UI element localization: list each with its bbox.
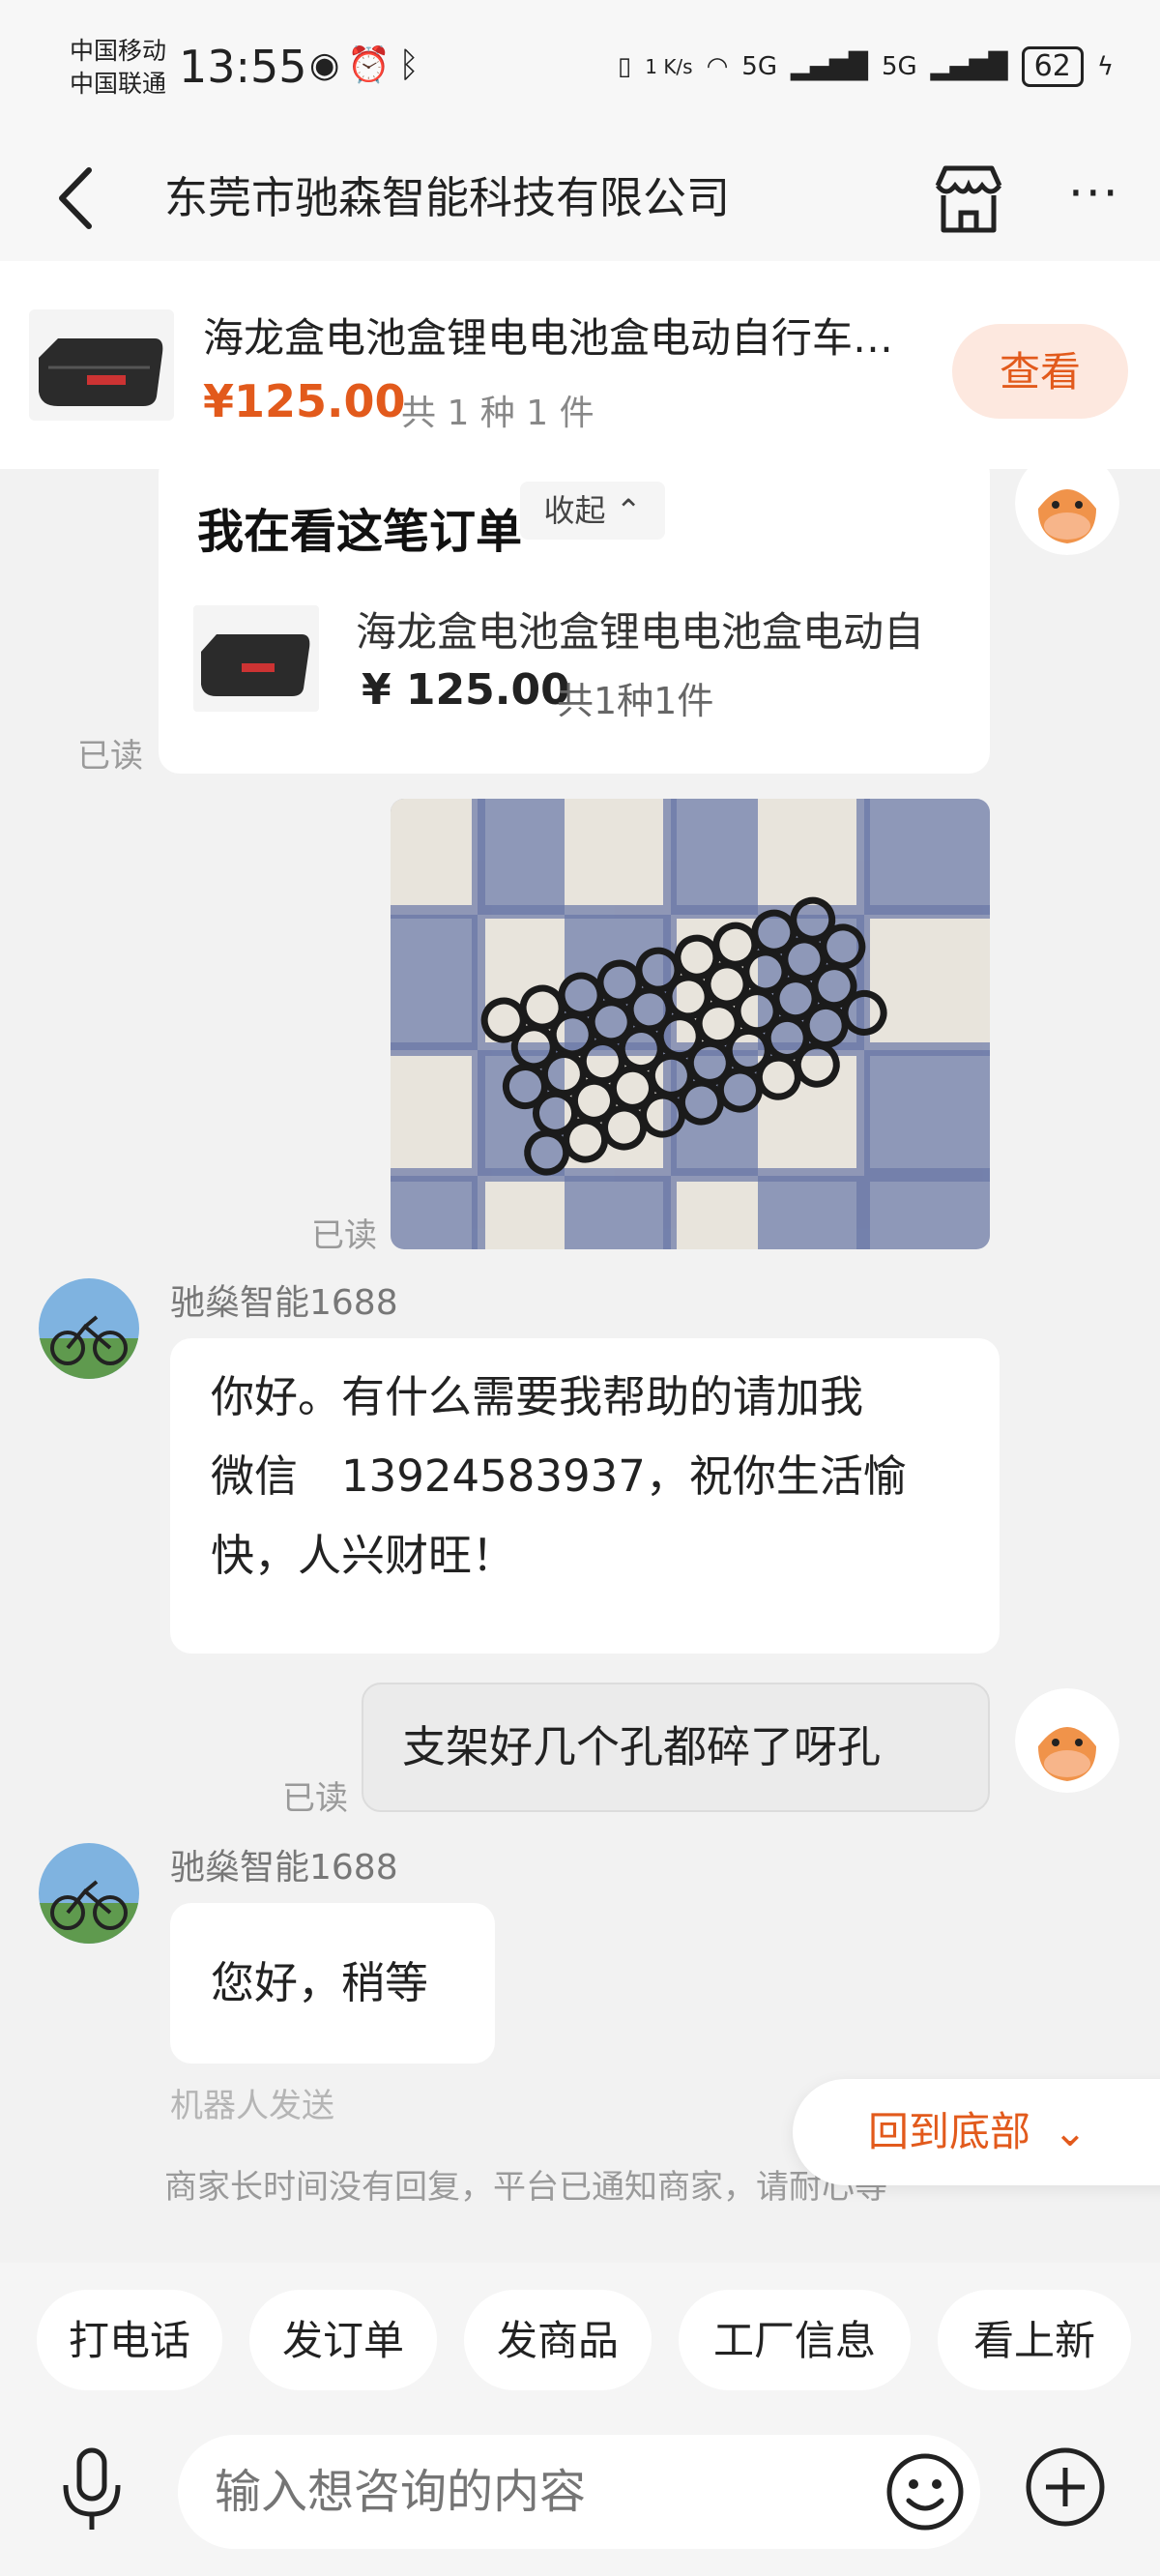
product-bar[interactable]: 海龙盒电池盒锂电电池盒电动自行车… ¥125.00 共 1 种 1 件 查看: [0, 261, 1160, 469]
read-receipt: 已读: [77, 737, 143, 776]
message-line: 微信 13924583937，祝你生活愉: [211, 1450, 907, 1502]
carrier-labels: 中国移动 中国联通: [70, 35, 166, 101]
product-name: 海龙盒电池盒锂电电池盒电动自行车…: [203, 314, 894, 362]
message-line: 快，人兴财旺！: [211, 1530, 516, 1581]
sender-name: 驰燊智能1688: [170, 1283, 398, 1323]
battery-box-image: [39, 338, 163, 406]
emoji-icon[interactable]: [885, 2452, 965, 2532]
bluetooth-icon: ᛒ: [398, 45, 427, 85]
product-price: ¥125.00: [203, 375, 406, 427]
status-right: ▯ 1 K/s ◠ 5G ▂▄▆█ 5G ▂▄▆█ 62 ϟ: [618, 46, 1114, 87]
sender-name: 驰燊智能1688: [170, 1848, 398, 1888]
order-product-name: 海龙盒电池盒锂电电池盒电动自: [356, 608, 925, 656]
collapse-label: 收起: [543, 492, 606, 529]
order-product-price: ¥ 125.00: [362, 665, 570, 715]
robot-sent-label: 机器人发送: [170, 2087, 334, 2125]
battery-box-image: [201, 634, 310, 696]
factory-info-button[interactable]: 工厂信息: [679, 2290, 911, 2390]
double-chevron-down-icon: ⌄: [1053, 2108, 1088, 2155]
signal-2-label: 5G: [881, 52, 917, 81]
bicycle-photo-icon: [39, 1278, 139, 1379]
message-bubble[interactable]: 你好。有什么需要我帮助的请加我 微信 13924583937，祝你生活愉 快，人…: [170, 1338, 1000, 1654]
microphone-icon[interactable]: [58, 2446, 126, 2533]
battery-indicator: 62: [1021, 46, 1084, 87]
plus-icon[interactable]: [1025, 2446, 1106, 2528]
page-title: 东莞市驰森智能科技有限公司: [164, 172, 731, 223]
read-receipt: 已读: [311, 1216, 377, 1255]
carrier-2: 中国联通: [70, 70, 167, 98]
chevron-left-icon[interactable]: [52, 164, 101, 232]
carrier-1: 中国移动: [70, 37, 167, 65]
cow-mascot-icon: [1015, 451, 1119, 555]
shop-avatar[interactable]: [39, 1843, 139, 1944]
call-button[interactable]: 打电话: [37, 2290, 222, 2390]
collapse-button[interactable]: 收起 ⌃: [520, 482, 665, 540]
signal-2-icon: ▂▄▆█: [930, 52, 1008, 81]
user-avatar[interactable]: [1015, 451, 1119, 555]
send-order-button[interactable]: 发订单: [249, 2290, 437, 2390]
hotspot-icon: ◠: [706, 52, 729, 81]
view-product-button[interactable]: 查看: [952, 324, 1128, 419]
user-avatar[interactable]: [1015, 1688, 1119, 1793]
signal-1-icon: ▂▄▆█: [790, 52, 868, 81]
order-product-thumbnail[interactable]: [193, 605, 319, 712]
order-card-title: 我在看这笔订单: [197, 505, 523, 559]
charging-icon: ϟ: [1096, 52, 1114, 81]
back-to-bottom-button[interactable]: 回到底部 ⌄: [793, 2079, 1160, 2185]
input-bar: [0, 2408, 1160, 2576]
send-product-button[interactable]: 发商品: [464, 2290, 652, 2390]
vibrate-icon: ▯: [617, 52, 632, 81]
order-product-quantity: 共1种1件: [557, 680, 714, 722]
alarm-icon: ⏰: [347, 45, 399, 85]
product-thumbnail[interactable]: [29, 309, 174, 421]
status-bar: 中国移动 中国联通 13:55 ◉⏰ᛒ ▯ 1 K/s ◠ 5G ▂▄▆█ 5G…: [0, 0, 1160, 135]
read-receipt: 已读: [282, 1779, 348, 1818]
chevron-up-icon: ⌃: [615, 492, 642, 529]
message-bubble[interactable]: 您好，稍等: [170, 1903, 495, 2064]
shop-avatar[interactable]: [39, 1278, 139, 1379]
store-icon[interactable]: [930, 161, 1007, 238]
signal-1-label: 5G: [741, 52, 777, 81]
photo-message[interactable]: [391, 799, 990, 1249]
clock: 13:55: [179, 41, 307, 93]
status-icons: ◉⏰ᛒ: [309, 44, 427, 85]
more-dots-icon[interactable]: ···: [1068, 164, 1120, 222]
new-arrivals-button[interactable]: 看上新: [938, 2290, 1131, 2390]
bicycle-photo-icon: [39, 1843, 139, 1944]
cow-mascot-icon: [1015, 1688, 1119, 1793]
message-line: 你好。有什么需要我帮助的请加我: [211, 1371, 864, 1422]
chat-header: 东莞市驰森智能科技有限公司 ···: [0, 135, 1160, 261]
quick-actions-bar: 打电话 发订单 发商品 工厂信息 看上新: [0, 2263, 1160, 2408]
product-quantity: 共 1 种 1 件: [401, 394, 594, 433]
message-bubble[interactable]: 支架好几个孔都碎了呀孔: [362, 1683, 990, 1812]
broken-cell-holder-photo: [391, 799, 990, 1249]
back-to-bottom-label: 回到底部: [868, 2108, 1031, 2155]
eye-icon: ◉: [309, 45, 348, 85]
order-card-message[interactable]: 我在看这笔订单 收起 ⌃ 海龙盒电池盒锂电电池盒电动自 ¥ 125.00 共1种…: [159, 453, 990, 774]
message-input[interactable]: [178, 2435, 980, 2549]
net-speed: 1 K/s: [645, 55, 693, 78]
